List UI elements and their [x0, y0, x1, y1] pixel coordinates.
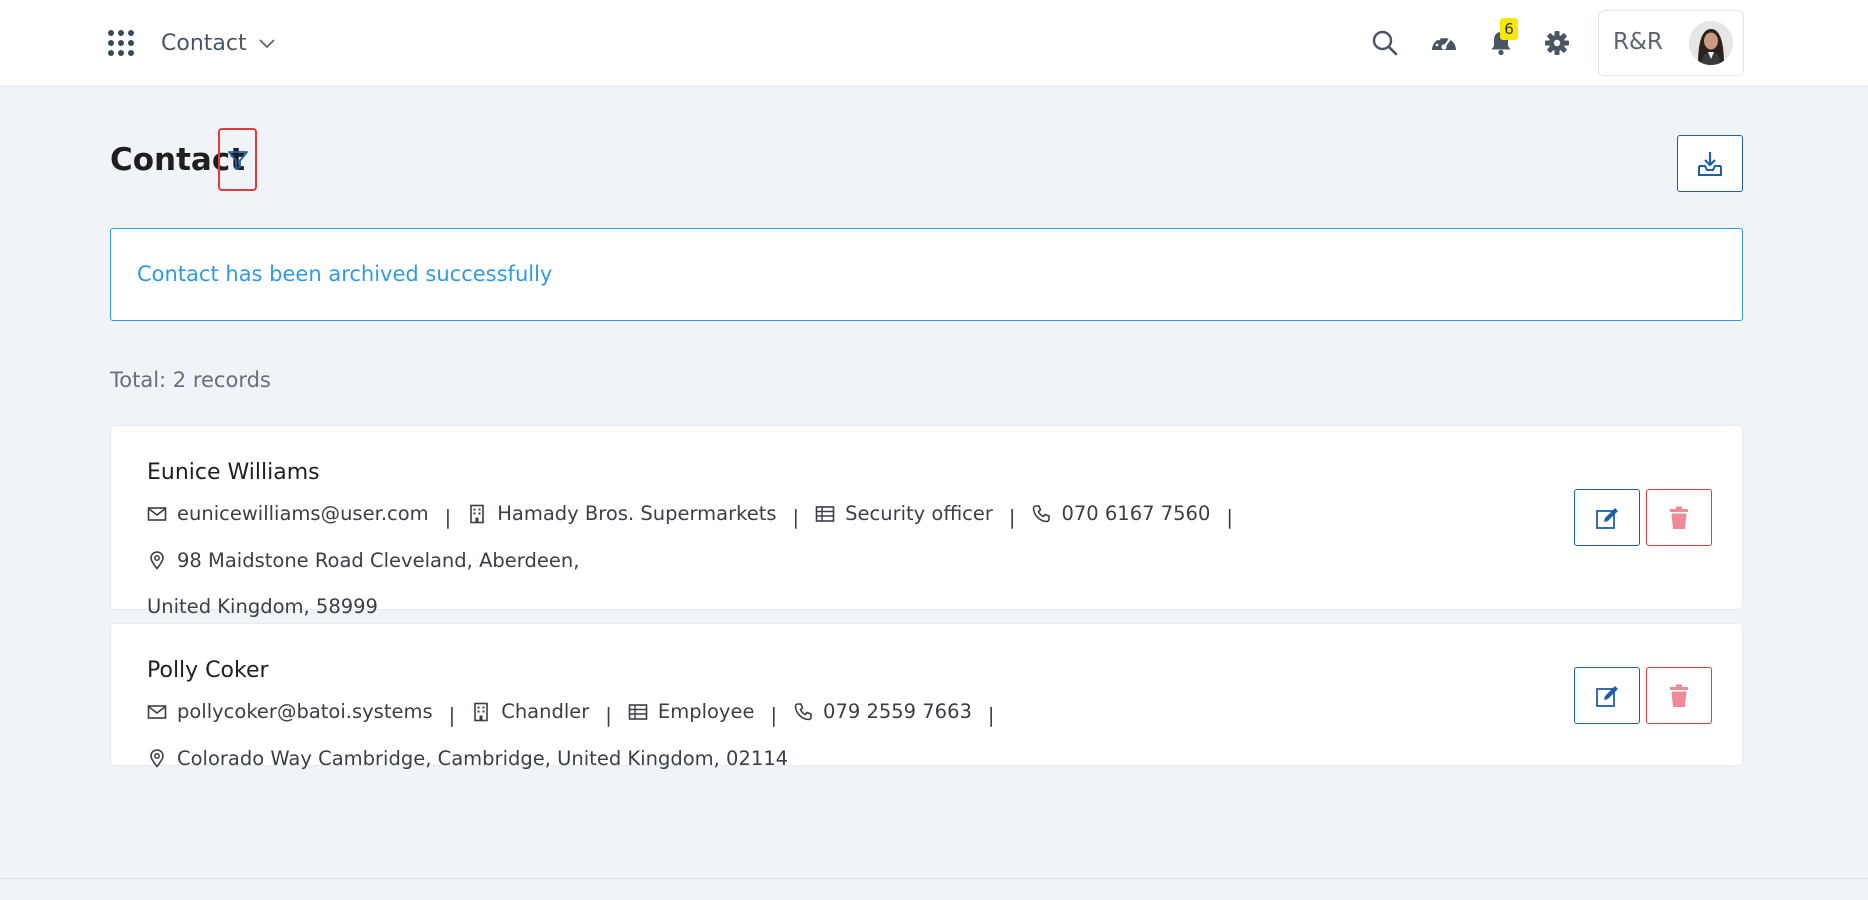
contact-card: Polly Coker pollycoker@batoi.systems | C…	[110, 623, 1743, 770]
download-tray-icon	[1698, 151, 1722, 176]
contact-company-text: Hamady Bros. Supermarkets	[497, 502, 777, 525]
contact-company: Chandler	[471, 690, 589, 733]
trash-icon	[1670, 684, 1688, 707]
separator: |	[605, 703, 612, 727]
envelope-icon	[147, 506, 167, 521]
contact-position: Employee	[628, 690, 755, 733]
edit-contact-button[interactable]	[1574, 489, 1640, 546]
contact-name: Eunice Williams	[147, 460, 320, 485]
contact-address-continued: United Kingdom, 58999	[147, 595, 378, 618]
filter-icon	[227, 150, 248, 170]
building-icon	[474, 702, 489, 721]
contact-email: pollycoker@batoi.systems	[147, 690, 433, 733]
contact-position-text: Security officer	[845, 502, 993, 525]
contact-phone: 070 6167 7560	[1031, 492, 1210, 535]
contact-position-text: Employee	[657, 700, 755, 723]
edit-contact-button[interactable]	[1574, 667, 1640, 724]
footer-divider	[0, 878, 1868, 879]
top-navbar: Contact 6 R&R	[0, 0, 1868, 87]
contact-details: eunicewilliams@user.com | Hamady Bros. S…	[147, 492, 1517, 628]
table-icon	[628, 703, 648, 720]
phone-icon	[794, 702, 812, 720]
contact-company: Hamady Bros. Supermarkets	[467, 492, 777, 535]
avatar	[1689, 21, 1733, 65]
delete-contact-button[interactable]	[1646, 489, 1712, 546]
contact-address-text: Colorado Way Cambridge, Cambridge, Unite…	[177, 746, 789, 770]
contact-phone-text: 079 2559 7663	[823, 700, 972, 723]
contact-card: Eunice Williams eunicewilliams@user.com …	[110, 425, 1743, 618]
contact-position: Security officer	[815, 492, 993, 535]
separator: |	[444, 505, 452, 529]
contact-phone: 079 2559 7663	[793, 690, 972, 733]
contact-email-text: pollycoker@batoi.systems	[177, 700, 433, 723]
filter-button[interactable]	[218, 128, 257, 191]
user-menu-button[interactable]: R&R	[1598, 10, 1744, 76]
chevron-down-icon	[258, 39, 275, 49]
settings-button[interactable]	[1542, 28, 1572, 58]
dashboard-button[interactable]	[1429, 28, 1459, 58]
search-button[interactable]	[1370, 28, 1400, 58]
separator: |	[1008, 505, 1016, 529]
pencil-square-icon	[1596, 507, 1618, 529]
apps-grid-button[interactable]	[108, 30, 134, 56]
contact-name: Polly Coker	[147, 658, 269, 683]
contact-phone-text: 070 6167 7560	[1061, 502, 1211, 525]
phone-icon	[1033, 504, 1051, 522]
map-pin-icon	[150, 749, 164, 768]
building-icon	[470, 504, 485, 523]
org-label: R&R	[1613, 29, 1663, 55]
contact-address: Colorado Way Cambridge, Cambridge, Unite…	[147, 737, 788, 780]
alert-message: Contact has been archived successfully	[137, 262, 553, 286]
success-alert: Contact has been archived successfully	[110, 228, 1743, 321]
separator: |	[792, 505, 800, 529]
envelope-icon	[147, 704, 167, 719]
separator: |	[1226, 505, 1233, 529]
gear-icon	[1545, 31, 1569, 55]
map-pin-icon	[150, 551, 164, 570]
module-switcher-label: Contact	[161, 30, 247, 56]
contact-details: pollycoker@batoi.systems | Chandler | Em…	[147, 690, 1517, 783]
separator: |	[987, 703, 995, 727]
separator: |	[770, 703, 778, 727]
search-icon	[1372, 30, 1398, 56]
pencil-square-icon	[1596, 685, 1618, 707]
notification-count-badge: 6	[1500, 18, 1518, 40]
table-icon	[815, 505, 835, 522]
total-records: Total: 2 records	[110, 368, 271, 392]
separator: |	[448, 703, 456, 727]
contact-company-text: Chandler	[501, 700, 590, 723]
contact-email-text: eunicewilliams@user.com	[177, 502, 429, 525]
export-button[interactable]	[1677, 135, 1743, 192]
contact-address-text: 98 Maidstone Road Cleveland, Aberdeen,	[177, 548, 580, 572]
trash-icon	[1670, 506, 1688, 529]
module-switcher[interactable]: Contact	[161, 28, 277, 58]
delete-contact-button[interactable]	[1646, 667, 1712, 724]
contact-address: 98 Maidstone Road Cleveland, Aberdeen,	[147, 539, 579, 582]
speedometer-icon	[1432, 35, 1456, 50]
contact-email: eunicewilliams@user.com	[147, 492, 429, 535]
